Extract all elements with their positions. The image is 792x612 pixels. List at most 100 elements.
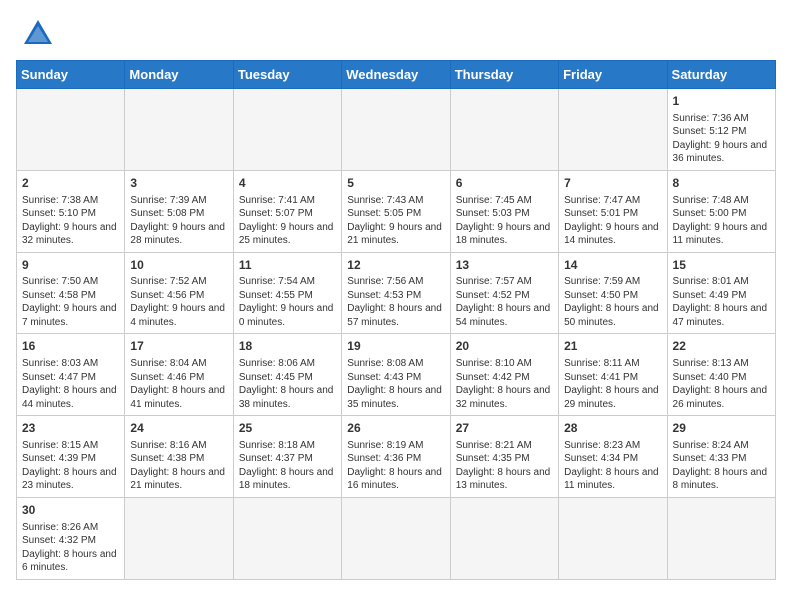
calendar-day-cell: 25 Sunrise: 8:18 AM Sunset: 4:37 PM Dayli…	[233, 416, 341, 498]
logo	[16, 16, 56, 52]
day-info: Sunrise: 8:04 AM Sunset: 4:46 PM Dayligh…	[130, 357, 227, 411]
day-info: Sunrise: 8:26 AM Sunset: 4:32 PM Dayligh…	[22, 521, 119, 575]
calendar-day-cell: 27Sunrise: 8:21 AM Sunset: 4:35 PM Dayli…	[450, 416, 558, 498]
day-info: Sunrise: 7:57 AM Sunset: 4:52 PM Dayligh…	[456, 275, 553, 329]
calendar-day-cell	[17, 89, 125, 171]
calendar-table: SundayMondayTuesdayWednesdayThursdayFrid…	[16, 60, 776, 580]
calendar-day-cell: 12Sunrise: 7:56 AM Sunset: 4:53 PM Dayli…	[342, 252, 450, 334]
calendar-week-row: 16 Sunrise: 8:03 AM Sunset: 4:47 PM Dayli…	[17, 334, 776, 416]
day-info: Sunrise: 8:18 AM Sunset: 4:37 PM Dayligh…	[239, 439, 336, 493]
calendar-week-row: 9Sunrise: 7:50 AM Sunset: 4:58 PM Daylig…	[17, 252, 776, 334]
day-number: 8	[673, 175, 770, 192]
day-info: Sunrise: 7:45 AM Sunset: 5:03 PM Dayligh…	[456, 194, 553, 248]
day-number: 7	[564, 175, 661, 192]
calendar-day-cell	[342, 89, 450, 171]
day-number: 24	[130, 420, 227, 437]
calendar-day-cell: 10Sunrise: 7:52 AM Sunset: 4:56 PM Dayli…	[125, 252, 233, 334]
day-number: 16	[22, 338, 119, 355]
day-number: 4	[239, 175, 336, 192]
day-number: 13	[456, 257, 553, 274]
day-info: Sunrise: 7:36 AM Sunset: 5:12 PM Dayligh…	[673, 112, 770, 166]
calendar-day-cell: 8 Sunrise: 7:48 AM Sunset: 5:00 PM Daylig…	[667, 170, 775, 252]
day-info: Sunrise: 7:56 AM Sunset: 4:53 PM Dayligh…	[347, 275, 444, 329]
day-number: 17	[130, 338, 227, 355]
day-number: 23	[22, 420, 119, 437]
calendar-day-cell: 22 Sunrise: 8:13 AM Sunset: 4:40 PM Dayli…	[667, 334, 775, 416]
calendar-day-cell	[450, 497, 558, 579]
calendar-day-cell: 6 Sunrise: 7:45 AM Sunset: 5:03 PM Daylig…	[450, 170, 558, 252]
calendar-day-cell	[559, 89, 667, 171]
calendar-day-cell	[233, 89, 341, 171]
day-info: Sunrise: 8:13 AM Sunset: 4:40 PM Dayligh…	[673, 357, 770, 411]
day-info: Sunrise: 8:24 AM Sunset: 4:33 PM Dayligh…	[673, 439, 770, 493]
day-info: Sunrise: 8:06 AM Sunset: 4:45 PM Dayligh…	[239, 357, 336, 411]
day-number: 11	[239, 257, 336, 274]
day-info: Sunrise: 8:11 AM Sunset: 4:41 PM Dayligh…	[564, 357, 661, 411]
calendar-week-row: 23 Sunrise: 8:15 AM Sunset: 4:39 PM Dayli…	[17, 416, 776, 498]
day-info: Sunrise: 7:54 AM Sunset: 4:55 PM Dayligh…	[239, 275, 336, 329]
calendar-day-cell: 4 Sunrise: 7:41 AM Sunset: 5:07 PM Daylig…	[233, 170, 341, 252]
day-info: Sunrise: 8:23 AM Sunset: 4:34 PM Dayligh…	[564, 439, 661, 493]
calendar-day-cell	[233, 497, 341, 579]
day-info: Sunrise: 8:16 AM Sunset: 4:38 PM Dayligh…	[130, 439, 227, 493]
day-number: 5	[347, 175, 444, 192]
day-number: 19	[347, 338, 444, 355]
calendar-day-cell: 1 Sunrise: 7:36 AM Sunset: 5:12 PM Daylig…	[667, 89, 775, 171]
calendar-day-cell: 13Sunrise: 7:57 AM Sunset: 4:52 PM Dayli…	[450, 252, 558, 334]
day-number: 6	[456, 175, 553, 192]
day-info: Sunrise: 8:21 AM Sunset: 4:35 PM Dayligh…	[456, 439, 553, 493]
weekday-header-wednesday: Wednesday	[342, 61, 450, 89]
day-number: 18	[239, 338, 336, 355]
day-number: 22	[673, 338, 770, 355]
day-number: 20	[456, 338, 553, 355]
day-number: 3	[130, 175, 227, 192]
calendar-day-cell: 26 Sunrise: 8:19 AM Sunset: 4:36 PM Dayli…	[342, 416, 450, 498]
day-info: Sunrise: 7:59 AM Sunset: 4:50 PM Dayligh…	[564, 275, 661, 329]
day-info: Sunrise: 7:50 AM Sunset: 4:58 PM Dayligh…	[22, 275, 119, 329]
calendar-day-cell: 19 Sunrise: 8:08 AM Sunset: 4:43 PM Dayli…	[342, 334, 450, 416]
day-number: 25	[239, 420, 336, 437]
day-info: Sunrise: 8:01 AM Sunset: 4:49 PM Dayligh…	[673, 275, 770, 329]
day-number: 1	[673, 93, 770, 110]
day-number: 21	[564, 338, 661, 355]
day-number: 29	[673, 420, 770, 437]
calendar-day-cell	[125, 497, 233, 579]
day-number: 12	[347, 257, 444, 274]
calendar-day-cell: 2Sunrise: 7:38 AM Sunset: 5:10 PM Daylig…	[17, 170, 125, 252]
day-info: Sunrise: 7:48 AM Sunset: 5:00 PM Dayligh…	[673, 194, 770, 248]
day-number: 30	[22, 502, 119, 519]
weekday-header-saturday: Saturday	[667, 61, 775, 89]
calendar-day-cell: 3 Sunrise: 7:39 AM Sunset: 5:08 PM Daylig…	[125, 170, 233, 252]
day-info: Sunrise: 8:19 AM Sunset: 4:36 PM Dayligh…	[347, 439, 444, 493]
day-info: Sunrise: 7:41 AM Sunset: 5:07 PM Dayligh…	[239, 194, 336, 248]
day-number: 2	[22, 175, 119, 192]
calendar-day-cell: 5 Sunrise: 7:43 AM Sunset: 5:05 PM Daylig…	[342, 170, 450, 252]
calendar-week-row: 2Sunrise: 7:38 AM Sunset: 5:10 PM Daylig…	[17, 170, 776, 252]
day-info: Sunrise: 8:08 AM Sunset: 4:43 PM Dayligh…	[347, 357, 444, 411]
weekday-header-thursday: Thursday	[450, 61, 558, 89]
day-info: Sunrise: 7:47 AM Sunset: 5:01 PM Dayligh…	[564, 194, 661, 248]
logo-icon	[20, 16, 56, 52]
day-info: Sunrise: 8:10 AM Sunset: 4:42 PM Dayligh…	[456, 357, 553, 411]
calendar-day-cell: 18 Sunrise: 8:06 AM Sunset: 4:45 PM Dayli…	[233, 334, 341, 416]
day-info: Sunrise: 7:39 AM Sunset: 5:08 PM Dayligh…	[130, 194, 227, 248]
calendar-day-cell	[125, 89, 233, 171]
day-info: Sunrise: 7:52 AM Sunset: 4:56 PM Dayligh…	[130, 275, 227, 329]
calendar-header-row: SundayMondayTuesdayWednesdayThursdayFrid…	[17, 61, 776, 89]
calendar-day-cell: 17 Sunrise: 8:04 AM Sunset: 4:46 PM Dayli…	[125, 334, 233, 416]
calendar-day-cell: 30 Sunrise: 8:26 AM Sunset: 4:32 PM Dayli…	[17, 497, 125, 579]
calendar-day-cell: 11Sunrise: 7:54 AM Sunset: 4:55 PM Dayli…	[233, 252, 341, 334]
calendar-day-cell: 29 Sunrise: 8:24 AM Sunset: 4:33 PM Dayli…	[667, 416, 775, 498]
calendar-day-cell	[342, 497, 450, 579]
day-number: 9	[22, 257, 119, 274]
day-number: 10	[130, 257, 227, 274]
calendar-day-cell: 15Sunrise: 8:01 AM Sunset: 4:49 PM Dayli…	[667, 252, 775, 334]
calendar-day-cell: 16 Sunrise: 8:03 AM Sunset: 4:47 PM Dayli…	[17, 334, 125, 416]
weekday-header-friday: Friday	[559, 61, 667, 89]
day-info: Sunrise: 8:03 AM Sunset: 4:47 PM Dayligh…	[22, 357, 119, 411]
calendar-day-cell	[559, 497, 667, 579]
calendar-day-cell: 28Sunrise: 8:23 AM Sunset: 4:34 PM Dayli…	[559, 416, 667, 498]
day-number: 26	[347, 420, 444, 437]
day-info: Sunrise: 7:43 AM Sunset: 5:05 PM Dayligh…	[347, 194, 444, 248]
day-info: Sunrise: 8:15 AM Sunset: 4:39 PM Dayligh…	[22, 439, 119, 493]
